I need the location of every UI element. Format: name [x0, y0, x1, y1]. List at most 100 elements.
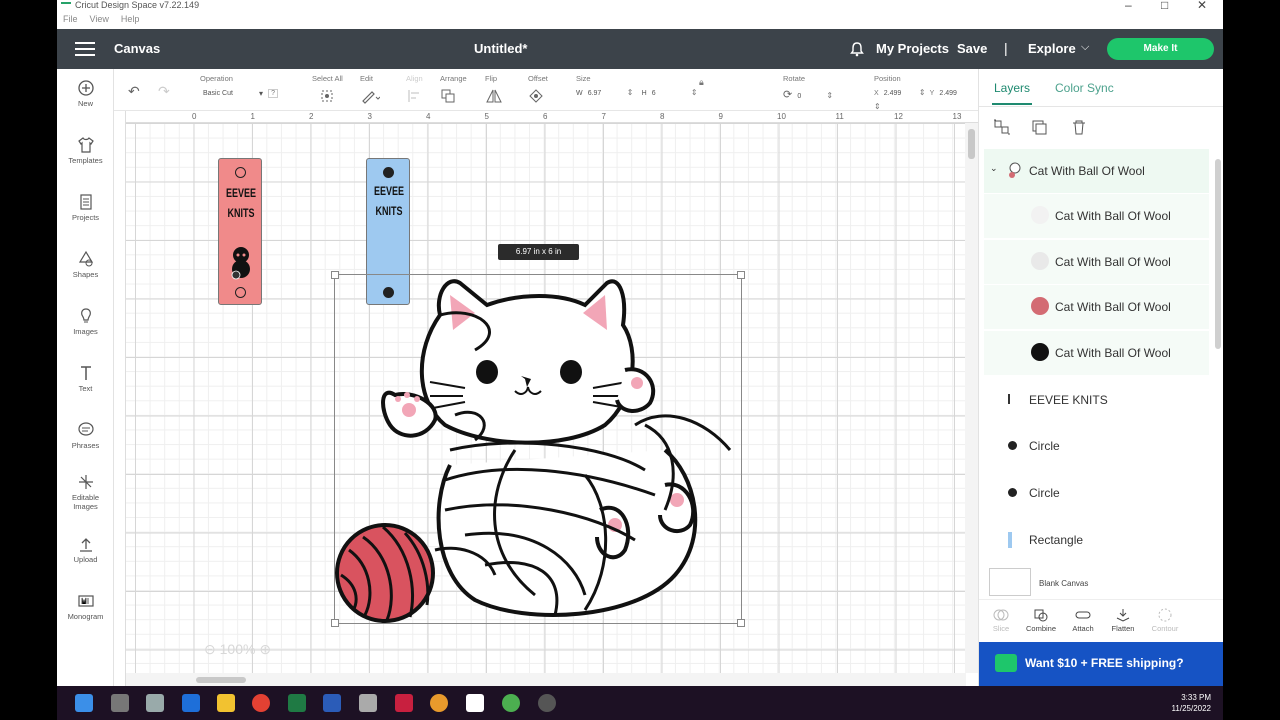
arrange-icon	[441, 89, 455, 103]
promo-banner[interactable]: Want $10 + FREE shipping?	[979, 642, 1223, 686]
tab-layers[interactable]: Layers	[991, 81, 1033, 105]
size-width-input[interactable]: 6.97	[585, 88, 625, 102]
close-icon[interactable]: ✕	[1197, 0, 1207, 12]
tool-projects[interactable]: Projects	[57, 193, 114, 222]
save-button[interactable]: Save	[957, 41, 987, 56]
chrome-icon[interactable]	[252, 694, 270, 712]
trash-icon[interactable]	[1070, 119, 1088, 140]
help-icon[interactable]: ?	[268, 89, 278, 98]
zoom-control[interactable]: ⊝ 100% ⊕	[204, 641, 271, 658]
layer-row[interactable]: Cat With Ball Of Wool	[984, 331, 1209, 375]
calculator-icon[interactable]	[146, 694, 164, 712]
layer-color-swatch[interactable]	[1031, 252, 1049, 270]
slice-button[interactable]: Slice	[979, 608, 1023, 633]
task-view-icon[interactable]	[111, 694, 129, 712]
folder-icon[interactable]	[217, 694, 235, 712]
tool-monogram[interactable]: Monogram	[57, 592, 114, 621]
chrome-profile-icon[interactable]	[430, 694, 448, 712]
design-canvas[interactable]: 01234567891011121314 EEVEE KNITS EEVEE K…	[114, 111, 978, 686]
duplicate-icon[interactable]	[1031, 119, 1049, 140]
tool-phrases[interactable]: Phrases	[57, 421, 114, 450]
vertical-scrollbar[interactable]	[965, 123, 978, 673]
layer-row[interactable]: EEVEE KNITS	[984, 378, 1209, 422]
chrome-alt-icon[interactable]	[502, 694, 520, 712]
stepper-icon[interactable]: ⇕	[919, 88, 926, 97]
system-clock[interactable]: 3:33 PM 11/25/2022	[1172, 692, 1211, 714]
menu-view[interactable]: View	[90, 14, 109, 24]
tool-upload[interactable]: Upload	[57, 535, 114, 564]
make-it-button[interactable]: Make It	[1107, 38, 1214, 60]
settings-icon[interactable]	[538, 694, 556, 712]
tool-label: New	[77, 99, 93, 108]
flatten-button[interactable]: Flatten	[1101, 608, 1145, 633]
rotate-label: Rotate	[783, 74, 806, 83]
operation-select[interactable]: Basic Cut	[200, 88, 266, 102]
start-icon[interactable]	[75, 694, 93, 712]
blank-canvas-thumb[interactable]	[989, 568, 1031, 596]
layer-row[interactable]: Cat With Ball Of Wool	[984, 194, 1209, 238]
rotate-input[interactable]: 0	[794, 91, 824, 105]
minimize-icon[interactable]: –	[1125, 0, 1132, 12]
stepper-icon[interactable]: ⇕	[627, 88, 634, 97]
layer-row[interactable]: ⌄ Cat With Ball Of Wool	[984, 149, 1209, 193]
stepper-icon[interactable]: ⇕	[874, 102, 881, 111]
offset-group[interactable]: Offset	[528, 74, 548, 106]
hamburger-menu-icon[interactable]	[75, 42, 95, 56]
menu-file[interactable]: File	[63, 14, 78, 24]
pink-tag[interactable]: EEVEE KNITS	[218, 158, 262, 305]
horizontal-scrollbar[interactable]	[126, 673, 966, 686]
stepper-icon[interactable]: ⇕	[691, 88, 698, 97]
layer-color-swatch[interactable]	[1031, 206, 1049, 224]
word-icon[interactable]	[323, 694, 341, 712]
maximize-icon[interactable]: □	[1161, 0, 1168, 12]
lock-icon[interactable]: 🔒︎	[699, 77, 704, 88]
tool-text[interactable]: Text	[57, 364, 114, 393]
chevron-down-icon[interactable]: ⌄	[990, 163, 998, 174]
redo-icon[interactable]: ↷	[158, 83, 170, 100]
layer-row[interactable]: Rectangle	[984, 518, 1209, 559]
selection-box[interactable]	[331, 271, 745, 627]
tool-editable-images[interactable]: Editable Images	[57, 473, 114, 511]
layer-color-swatch[interactable]	[1031, 343, 1049, 361]
layer-row[interactable]: Circle	[984, 424, 1209, 468]
chevron-down-icon[interactable]: ⌵	[1081, 41, 1089, 54]
printer-icon[interactable]	[359, 694, 377, 712]
layer-row[interactable]: Circle	[984, 471, 1209, 515]
position-y-input[interactable]: 2.499	[936, 88, 972, 102]
tool-label: Images	[73, 327, 98, 336]
position-x-input[interactable]: 2.499	[881, 88, 917, 102]
layer-row[interactable]: Cat With Ball Of Wool	[984, 240, 1209, 284]
bell-icon[interactable]	[849, 41, 865, 57]
align-group[interactable]: Align	[406, 74, 426, 106]
explore-menu[interactable]: Explore	[1028, 41, 1076, 56]
rectangle-layer-icon	[1008, 532, 1012, 548]
size-height-input[interactable]: 6	[649, 88, 689, 102]
tool-new[interactable]: New	[57, 79, 114, 108]
tool-images[interactable]: Images	[57, 307, 114, 336]
menu-help[interactable]: Help	[121, 14, 140, 24]
excel-icon[interactable]	[288, 694, 306, 712]
group-icon[interactable]	[993, 119, 1011, 140]
contour-button[interactable]: Contour	[1143, 608, 1187, 633]
tool-templates[interactable]: Templates	[57, 136, 114, 165]
layer-row[interactable]: Cat With Ball Of Wool	[984, 285, 1209, 329]
my-projects-link[interactable]: My Projects	[876, 41, 949, 56]
layers-scrollbar[interactable]	[1213, 149, 1223, 559]
outlook-icon[interactable]	[182, 694, 200, 712]
attach-button[interactable]: Attach	[1061, 608, 1105, 633]
flip-group[interactable]: Flip	[485, 74, 505, 106]
layer-color-swatch[interactable]	[1031, 297, 1049, 315]
cricut-icon[interactable]	[466, 694, 484, 712]
edit-group[interactable]: Edit	[360, 74, 381, 106]
app-q-icon[interactable]	[395, 694, 413, 712]
monogram-icon	[77, 595, 94, 607]
tool-shapes[interactable]: Shapes	[57, 250, 114, 279]
arrange-group[interactable]: Arrange	[440, 74, 467, 106]
attach-label: Attach	[1072, 624, 1094, 633]
undo-icon[interactable]: ↶	[128, 83, 140, 100]
select-all-group[interactable]: Select All	[312, 74, 343, 106]
stepper-icon[interactable]: ⇕	[826, 91, 833, 100]
panel-bottom-tools: Slice Combine Attach Flatten Contour	[979, 599, 1223, 639]
tab-color-sync[interactable]: Color Sync	[1055, 81, 1114, 95]
combine-button[interactable]: Combine	[1019, 608, 1063, 633]
